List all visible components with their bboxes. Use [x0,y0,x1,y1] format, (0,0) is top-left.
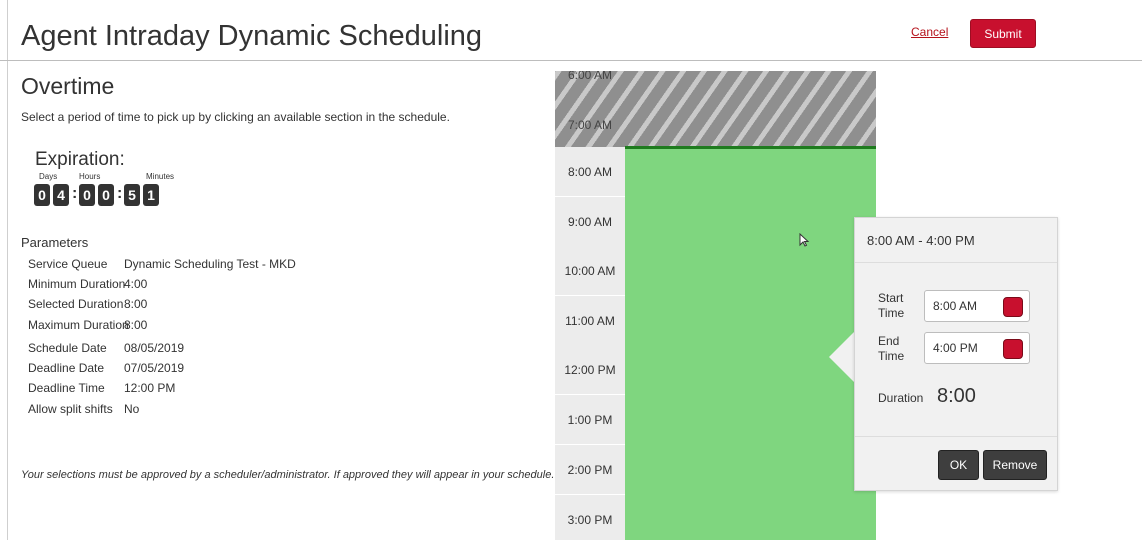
end-time-field[interactable]: 4:00 PM [924,332,1030,364]
expiration-label: Expiration: [35,149,125,170]
parameter-key: Deadline Date [28,361,105,375]
parameter-key: Schedule Date [28,341,107,355]
start-time-picker-icon[interactable] [1003,297,1023,317]
time-slot-label: 1:00 PM [555,395,625,445]
time-slot-label: 11:00 AM [555,296,625,346]
instructions-text: Select a period of time to pick up by cl… [21,110,450,124]
parameter-row: Deadline Date 07/05/2019 [28,361,184,375]
minutes-label: Minutes [146,172,175,181]
ok-button[interactable]: OK [938,450,979,480]
popover-arrow [829,331,855,383]
approval-disclaimer: Your selections must be approved by a sc… [21,469,555,481]
countdown-separator: : [117,185,123,202]
parameter-row: Deadline Time 12:00 PM [28,381,175,395]
parameter-key: Deadline Time [28,381,105,395]
parameter-value: 07/05/2019 [124,361,185,375]
parameter-row: Minimum Duration4:00 [28,277,147,291]
parameter-key: Minimum Duration [28,277,126,291]
countdown-digit: 0 [34,184,50,206]
end-time-label-line2: Time [878,349,905,363]
hours-label: Hours [79,172,101,181]
parameter-key: Selected Duration [28,297,124,311]
time-slot-label: 8:00 AM [555,147,625,197]
mouse-cursor-icon [799,232,810,250]
submit-button[interactable]: Submit [970,19,1036,48]
popover-divider [855,436,1057,437]
parameter-value: No [124,402,140,416]
section-title: Overtime [21,73,115,99]
days-label: Days [39,172,58,181]
page-header: Agent Intraday Dynamic Scheduling Cancel… [0,0,1142,61]
time-slot-label: 12:00 PM [555,345,625,395]
countdown-digit: 1 [143,184,159,206]
parameter-key: Maximum Duration [28,318,129,332]
countdown-digit: 0 [79,184,95,206]
schedule-grid: 8:00 AM 9:00 AM 10:00 AM 11:00 AM 12:00 … [555,71,876,540]
time-slot-label: 2:00 PM [555,445,625,495]
countdown-digit: 5 [124,184,140,206]
parameter-row: Selected Duration8:00 [28,297,147,311]
cancel-link[interactable]: Cancel [911,25,948,39]
unavailable-period: 6:00 AM 7:00 AM [555,71,876,147]
start-time-label: Start Time [878,291,904,321]
countdown-separator: : [72,185,78,202]
end-time-label: End Time [878,334,904,364]
start-time-value: 8:00 AM [933,299,978,313]
time-slot-label: 9:00 AM [555,197,625,247]
time-slot-label: 10:00 AM [555,246,625,296]
parameter-key: Allow split shifts [28,402,113,416]
parameter-value: 4:00 [124,277,148,291]
time-slot-label: 7:00 AM [567,118,613,132]
start-time-label-line1: Start [878,291,904,305]
duration-label: Duration [878,391,924,405]
parameter-row: Service Queue Dynamic Scheduling Test - M… [28,257,296,271]
parameter-value: 12:00 PM [124,381,176,395]
page-left-rule [7,0,8,540]
parameter-value: 8:00 [124,318,148,332]
parameter-value: Dynamic Scheduling Test - MKD [124,257,296,271]
time-slot-label: 6:00 AM [567,71,613,82]
parameters-title: Parameters [21,235,89,250]
popover-range-title: 8:00 AM - 4:00 PM [855,218,1057,263]
countdown-digit: 4 [53,184,69,206]
parameter-row: Maximum Duration8:00 [28,318,147,332]
remove-button[interactable]: Remove [983,450,1047,480]
page-title: Agent Intraday Dynamic Scheduling [21,20,483,52]
end-time-label-line1: End [878,334,900,348]
parameter-row: Schedule Date 08/05/2019 [28,341,184,355]
start-time-field[interactable]: 8:00 AM [924,290,1030,322]
parameter-value: 08/05/2019 [124,341,185,355]
end-time-picker-icon[interactable] [1003,339,1023,359]
parameter-value: 8:00 [124,297,148,311]
countdown-digit: 0 [98,184,114,206]
end-time-value: 4:00 PM [933,341,978,355]
time-selection-popover: 8:00 AM - 4:00 PM Start Time 8:00 AM End… [854,217,1058,491]
parameter-key: Service Queue [28,257,108,271]
duration-value: 8:00 [937,385,976,407]
parameter-row: Allow split shifts No [28,402,139,416]
start-time-label-line2: Time [878,306,905,320]
time-slot-label: 3:00 PM [555,495,625,540]
